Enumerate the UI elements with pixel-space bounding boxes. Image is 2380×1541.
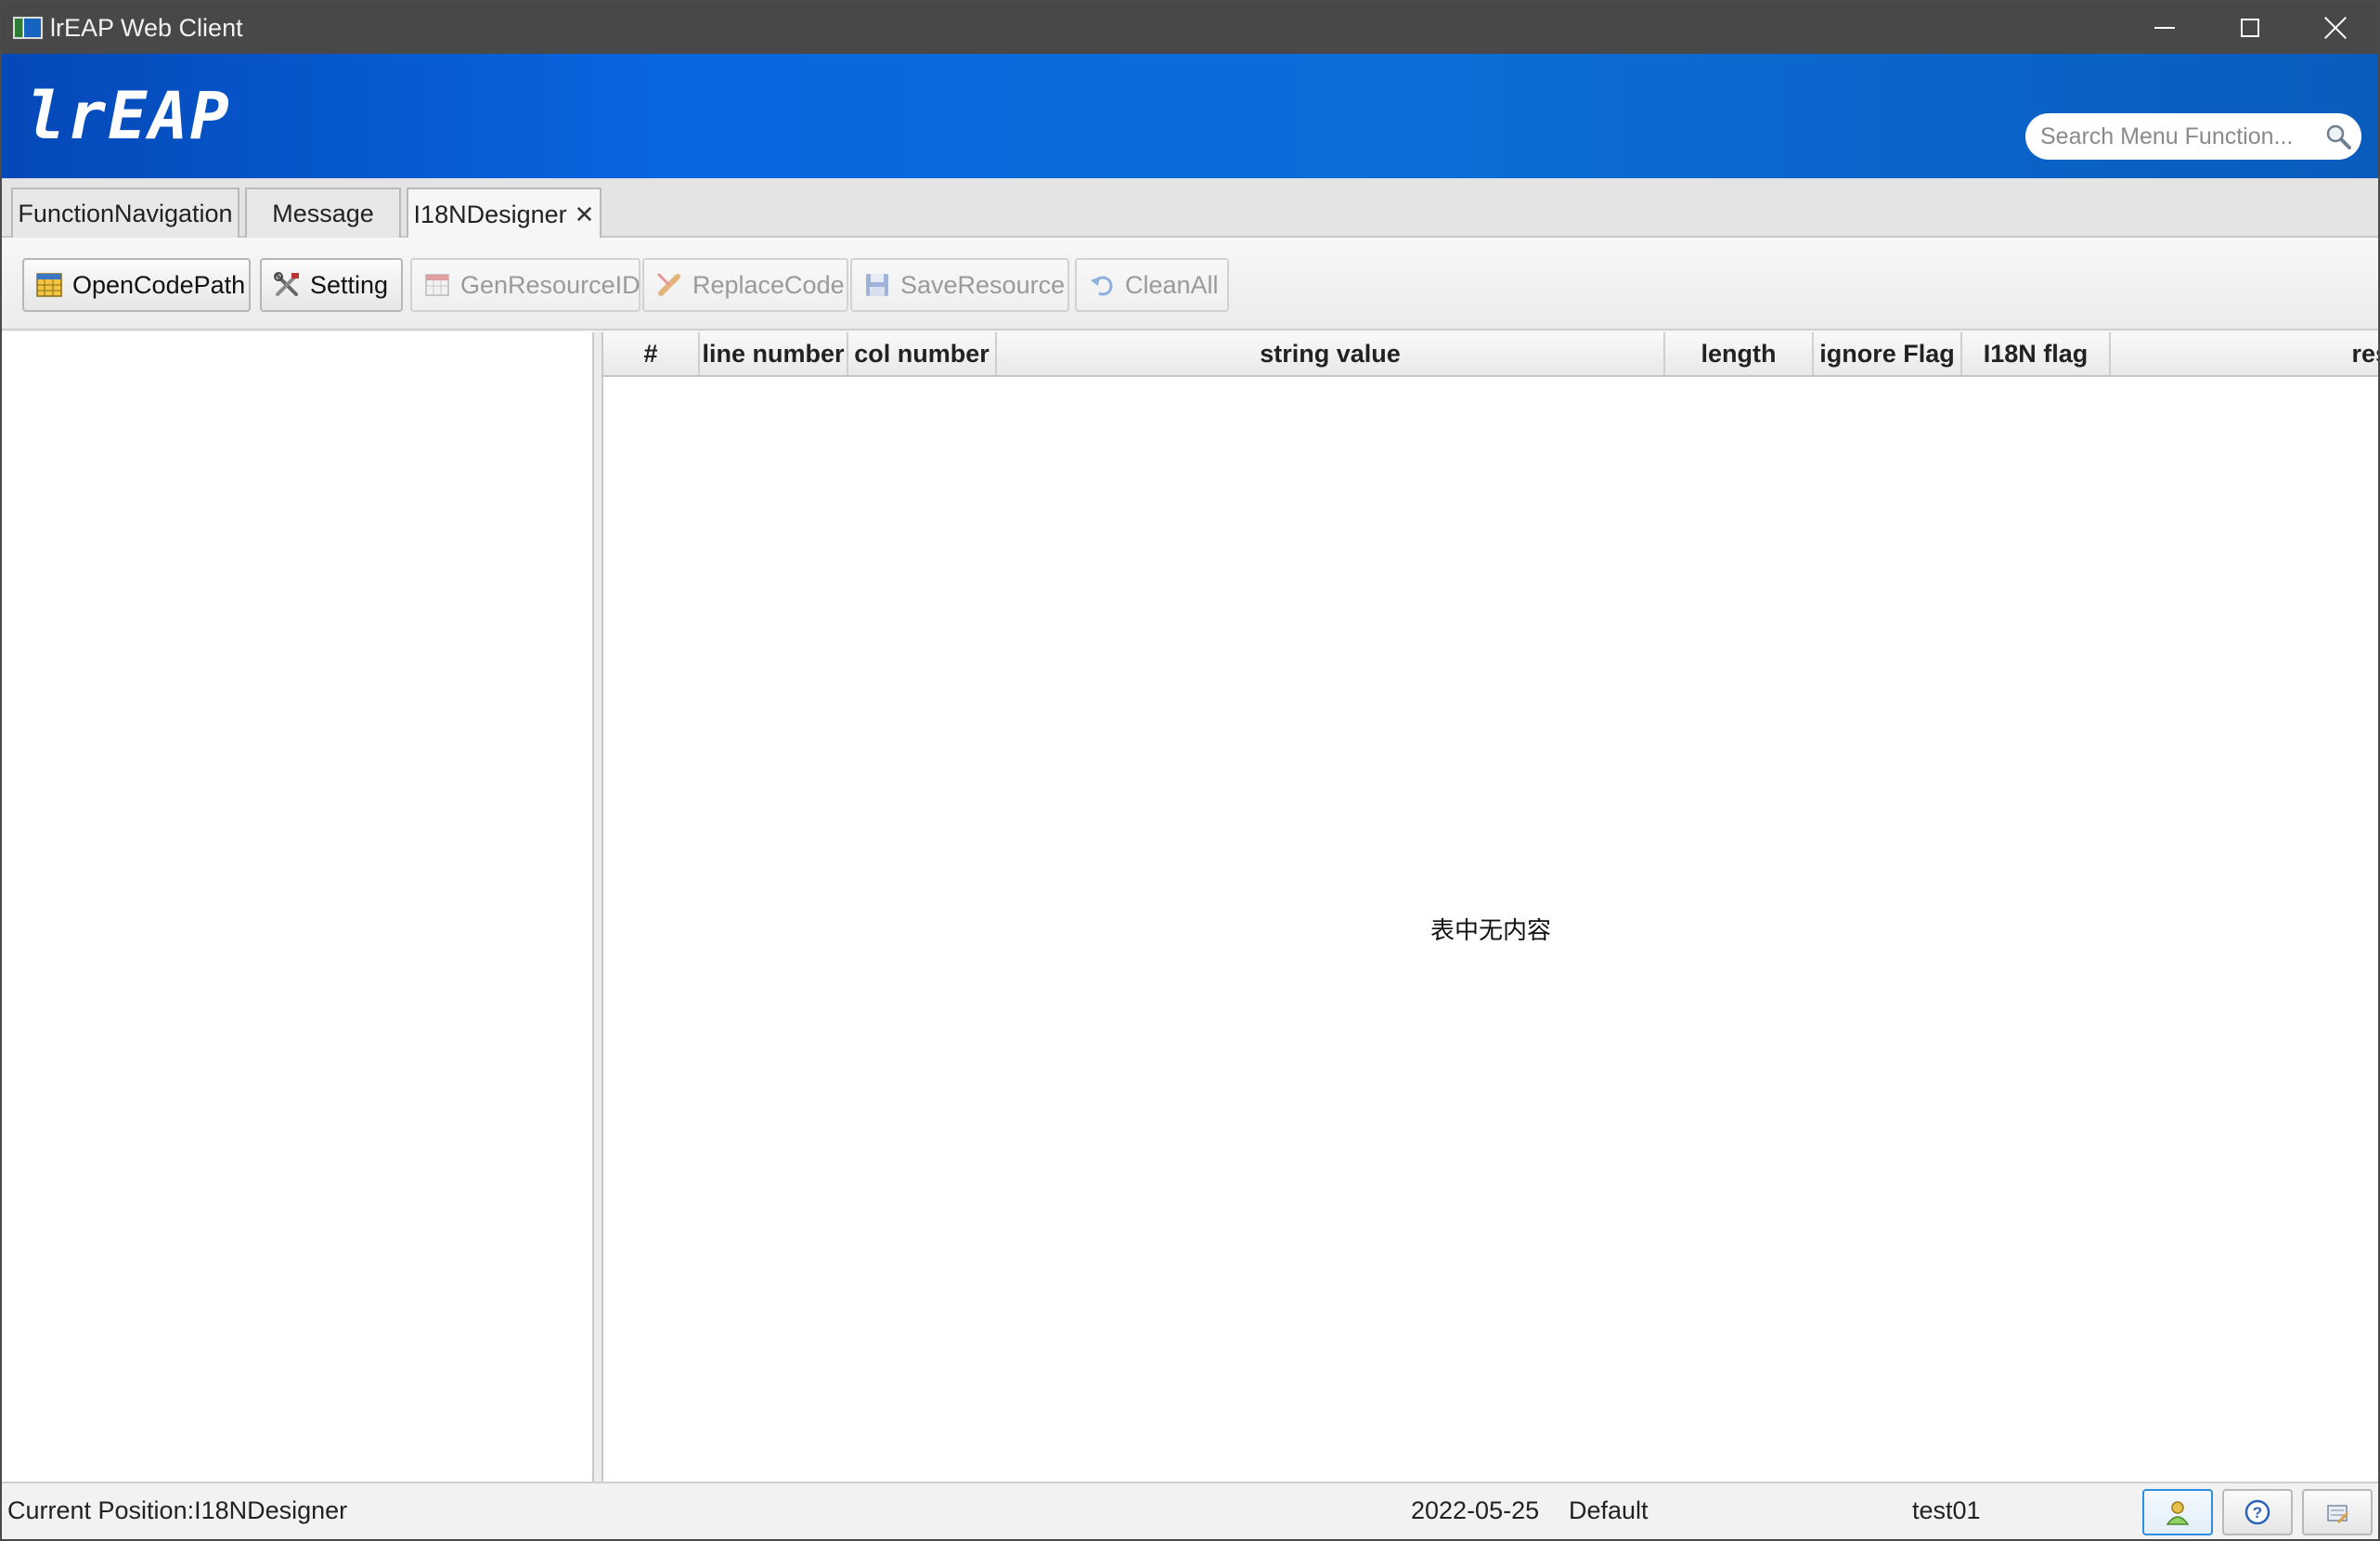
column-header-res[interactable]: res — [2111, 332, 2378, 375]
table-header: # line number col number string value le… — [603, 332, 2378, 377]
user-icon — [2166, 1501, 2190, 1525]
button-label: OpenCodePath — [72, 270, 246, 299]
tab-label: Message — [272, 199, 374, 227]
button-label: ReplaceCode — [692, 270, 845, 299]
column-header-col-number[interactable]: col number — [848, 332, 997, 375]
clean-all-button[interactable]: CleanAll — [1075, 258, 1229, 312]
gen-resource-id-button[interactable]: GenResourceID — [410, 258, 640, 312]
minimize-icon — [2154, 27, 2175, 29]
maximize-button[interactable] — [2207, 2, 2293, 54]
status-date: 2022-05-25 — [1411, 1496, 1540, 1524]
header-banner: lrEAP — [2, 54, 2378, 178]
app-window: lrEAP Web Client lrEAP FunctionNavigatio… — [0, 0, 2380, 1541]
minimize-button[interactable] — [2122, 2, 2207, 54]
floppy-disk-icon — [866, 274, 888, 296]
maximize-icon — [2241, 19, 2259, 37]
app-logo: lrEAP — [26, 78, 231, 154]
tools-icon — [274, 272, 299, 296]
setting-button[interactable]: Setting — [260, 258, 403, 312]
pencil-icon — [657, 273, 680, 296]
toolbar: OpenCodePath Setting GenResourceID Repla… — [2, 238, 2378, 330]
tab-i18n-designer[interactable]: I18NDesigner ✕ — [407, 188, 601, 240]
current-position-label: Current Position:I18NDesigner — [7, 1496, 348, 1524]
button-label: Setting — [310, 270, 389, 299]
tab-label: FunctionNavigation — [18, 199, 233, 227]
tab-message[interactable]: Message — [245, 188, 401, 238]
title-bar: lrEAP Web Client — [2, 2, 2378, 54]
empty-table-message: 表中无内容 — [1429, 917, 1551, 945]
user-button[interactable] — [2142, 1489, 2213, 1535]
undo-icon — [1091, 276, 1113, 296]
column-header-string-value[interactable]: string value — [997, 332, 1665, 375]
button-label: CleanAll — [1125, 270, 1219, 299]
column-header-index[interactable]: # — [603, 332, 700, 375]
column-header-ignore-flag[interactable]: ignore Flag — [1814, 332, 1962, 375]
close-icon — [2324, 17, 2347, 39]
button-label: GenResourceID — [460, 270, 640, 299]
tab-close-icon[interactable]: ✕ — [575, 201, 595, 229]
save-resource-button[interactable]: SaveResource — [850, 258, 1069, 312]
search-icon[interactable] — [2324, 123, 2352, 150]
tab-bar: FunctionNavigation Message I18NDesigner … — [2, 178, 2378, 240]
menu-search-box[interactable] — [2025, 113, 2361, 160]
file-tree-pane[interactable] — [2, 332, 594, 1482]
menu-search-input[interactable] — [2040, 118, 2319, 155]
column-header-i18n-flag[interactable]: I18N flag — [1962, 332, 2111, 375]
window-title: lrEAP Web Client — [50, 13, 243, 42]
status-profile: Default — [1569, 1496, 1649, 1524]
button-label: SaveResource — [900, 270, 1066, 299]
app-icon — [13, 17, 43, 39]
tab-label: I18NDesigner — [413, 200, 567, 228]
notes-button[interactable] — [2302, 1489, 2373, 1535]
tab-function-navigation[interactable]: FunctionNavigation — [11, 188, 239, 238]
column-header-length[interactable]: length — [1665, 332, 1814, 375]
help-icon: ? — [2244, 1499, 2270, 1525]
status-bar: Current Position:I18NDesigner 2022-05-25… — [2, 1482, 2378, 1539]
close-window-button[interactable] — [2293, 2, 2378, 54]
calendar-table-icon — [425, 274, 449, 296]
table-grid-icon — [36, 273, 62, 297]
strings-table[interactable]: # line number col number string value le… — [603, 332, 2378, 1482]
column-header-line-number[interactable]: line number — [700, 332, 848, 375]
replace-code-button[interactable]: ReplaceCode — [642, 258, 848, 312]
status-user: test01 — [1912, 1496, 1981, 1524]
notes-icon — [2327, 1505, 2349, 1524]
open-code-path-button[interactable]: OpenCodePath — [22, 258, 251, 312]
svg-text:?: ? — [2253, 1504, 2262, 1522]
pane-splitter[interactable] — [594, 332, 603, 1482]
help-button[interactable]: ? — [2222, 1489, 2293, 1535]
